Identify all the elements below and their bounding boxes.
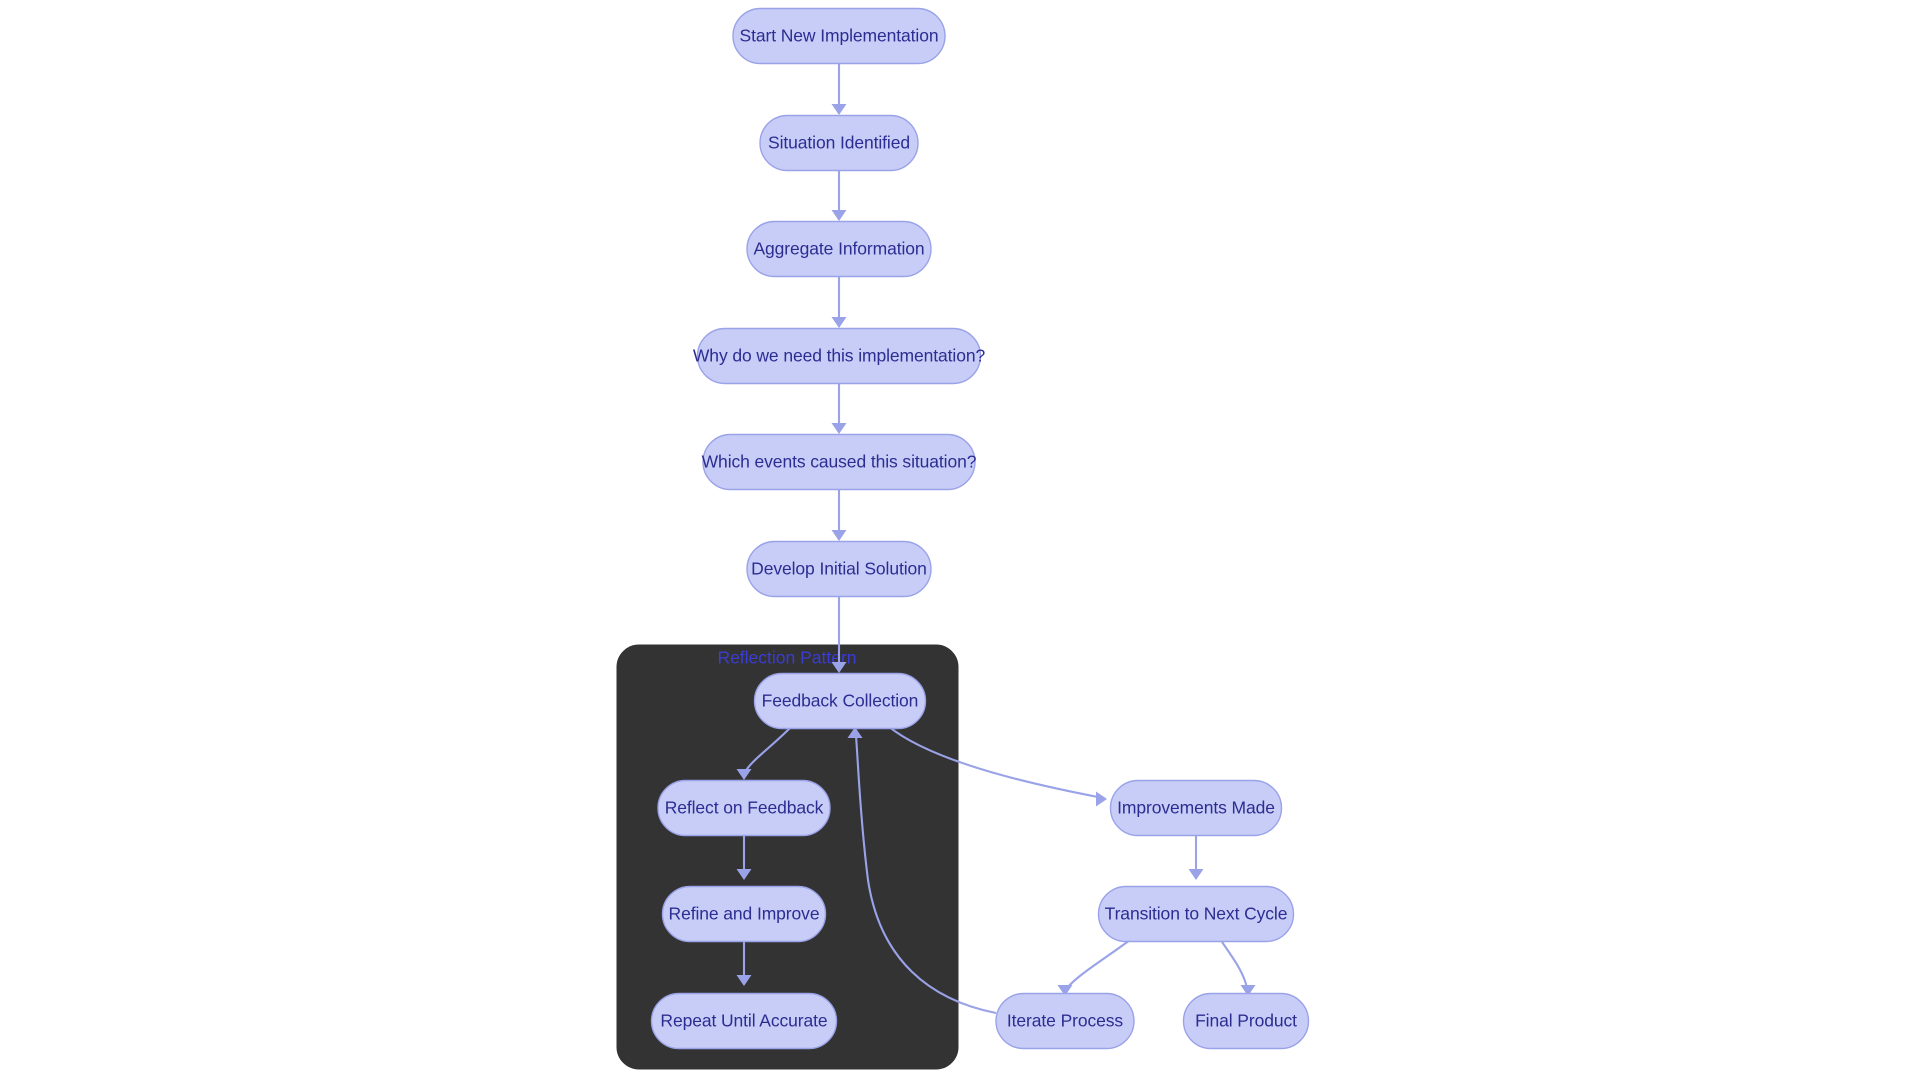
node-label: Which events caused this situation? (702, 452, 977, 472)
node-refine[interactable]: Refine and Improve (661, 885, 827, 943)
edge-why-to-events (831, 384, 847, 434)
flowchart-svg: Reflection Pattern Start New Implementat… (616, 7, 1310, 1070)
flowchart-canvas: Reflection Pattern Start New Implementat… (0, 0, 1920, 1080)
node-layer: Start New Implementation Situation Identi… (650, 7, 1310, 1050)
arrowhead-icon (831, 423, 847, 434)
node-label: Improvements Made (1117, 798, 1275, 818)
edge-aggregate-to-why (831, 277, 847, 328)
edge-improve-to-transition (1188, 836, 1204, 880)
edge-transition-to-iterate (1057, 939, 1131, 996)
node-repeat[interactable]: Repeat Until Accurate (650, 992, 838, 1050)
node-label: Final Product (1195, 1011, 1297, 1031)
arrowhead-icon (831, 530, 847, 541)
node-label: Reflect on Feedback (665, 798, 824, 818)
edge-transition-to-final (1221, 941, 1256, 996)
node-start[interactable]: Start New Implementation (732, 7, 946, 65)
edge-events-to-develop (831, 490, 847, 541)
node-label: Situation Identified (768, 133, 910, 153)
arrowhead-icon (1096, 791, 1107, 807)
node-iterate[interactable]: Iterate Process (995, 992, 1135, 1050)
node-label: Develop Initial Solution (751, 559, 927, 579)
node-label: Feedback Collection (762, 691, 919, 711)
node-label: Repeat Until Accurate (660, 1011, 827, 1031)
node-label: Why do we need this implementation? (693, 346, 986, 366)
arrowhead-icon (831, 317, 847, 328)
node-label: Transition to Next Cycle (1105, 904, 1288, 924)
node-feedback[interactable]: Feedback Collection (753, 672, 927, 730)
node-reflect[interactable]: Reflect on Feedback (657, 779, 831, 837)
node-improve[interactable]: Improvements Made (1109, 779, 1283, 837)
node-develop[interactable]: Develop Initial Solution (746, 540, 932, 598)
edge-situation-to-aggregate (831, 171, 847, 221)
arrowhead-icon (831, 104, 847, 115)
arrowhead-icon (831, 210, 847, 221)
node-events[interactable]: Which events caused this situation? (702, 433, 977, 491)
node-final[interactable]: Final Product (1182, 992, 1310, 1050)
edge-start-to-situation (831, 64, 847, 115)
node-label: Start New Implementation (740, 26, 939, 46)
arrowhead-icon (1188, 869, 1204, 880)
node-label: Refine and Improve (669, 904, 820, 924)
node-aggregate[interactable]: Aggregate Information (746, 220, 932, 278)
node-transition[interactable]: Transition to Next Cycle (1097, 885, 1295, 943)
edge-line (1066, 939, 1131, 989)
edge-line (1221, 941, 1249, 989)
node-label: Iterate Process (1007, 1011, 1124, 1031)
node-label: Aggregate Information (753, 239, 924, 259)
node-why[interactable]: Why do we need this implementation? (693, 327, 986, 385)
node-situation[interactable]: Situation Identified (759, 114, 919, 172)
